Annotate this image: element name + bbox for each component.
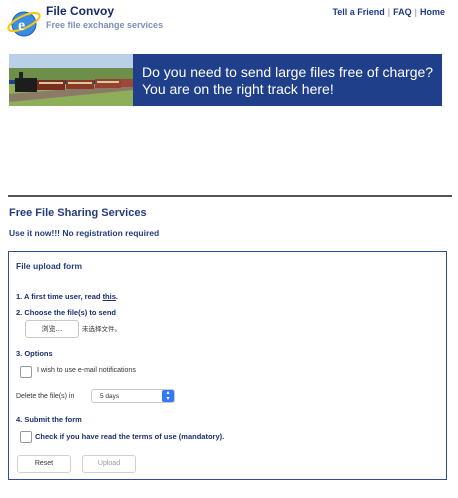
delete-days-select[interactable]: 5 days ▴ ▾ <box>91 389 175 403</box>
banner: Do you need to send large files free of … <box>9 54 442 106</box>
section-subtitle: Use it now!!! No registration required <box>9 228 160 238</box>
step-3: 3. Options <box>16 349 53 358</box>
svg-text:e: e <box>18 17 25 34</box>
upload-button[interactable]: Upload <box>82 455 136 473</box>
read-this-link[interactable]: this <box>103 292 116 301</box>
divider <box>8 195 452 197</box>
step-2: 2. Choose the file(s) to send <box>16 308 117 317</box>
step-1: 1. A first time user, read this. <box>16 292 118 301</box>
train-photo <box>9 54 133 106</box>
terms-checkbox[interactable] <box>20 431 32 443</box>
site-header: e File Convoy Free file exchange service… <box>0 0 458 50</box>
nav-home[interactable]: Home <box>420 7 445 17</box>
delete-label: Delete the file(s) in <box>16 393 75 400</box>
site-title: File Convoy <box>46 4 115 18</box>
nav-faq[interactable]: FAQ <box>393 7 412 17</box>
section-title: Free File Sharing Services <box>9 207 147 219</box>
file-upload-form: File upload form 1. A first time user, r… <box>8 251 447 480</box>
top-nav: Tell a Friend | FAQ | Home <box>332 7 445 17</box>
no-file-selected: 未选择文件。 <box>82 325 121 333</box>
reset-button[interactable]: Reset <box>17 455 71 473</box>
select-arrows-icon: ▴ ▾ <box>162 390 174 402</box>
step-4: 4. Submit the form <box>16 415 82 424</box>
email-notify-label: I wish to use e-mail notifications <box>37 367 136 374</box>
site-tagline: Free file exchange services <box>46 20 164 30</box>
browse-button[interactable]: 浏览... <box>25 320 79 338</box>
nav-tell-a-friend[interactable]: Tell a Friend <box>332 7 384 17</box>
form-title: File upload form <box>16 261 83 271</box>
banner-text: Do you need to send large files free of … <box>142 64 434 97</box>
e-globe-icon: e <box>7 11 41 37</box>
terms-label: Check if you have read the terms of use … <box>35 432 225 441</box>
email-notify-checkbox[interactable] <box>20 366 32 378</box>
